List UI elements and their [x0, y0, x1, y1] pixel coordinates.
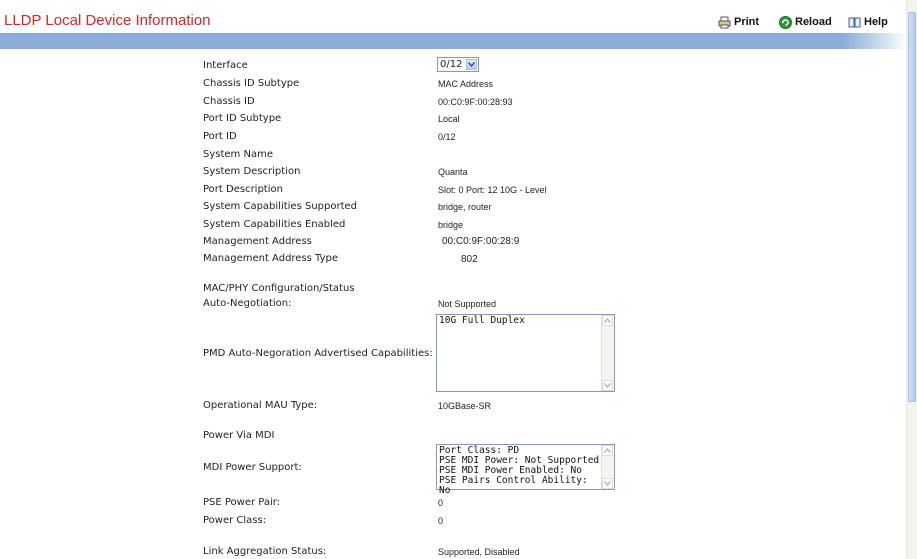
scroll-up-arrow-icon[interactable]: [602, 445, 613, 456]
printer-icon: [718, 16, 731, 29]
port-id-value: 0/12: [438, 132, 456, 142]
help-book-icon: [848, 16, 861, 29]
port-id-label: Port ID: [203, 131, 237, 142]
port-id-subtype-value: Local: [438, 114, 460, 124]
auto-negotiation-label: Auto-Negotiation:: [203, 298, 292, 309]
list-item[interactable]: 10G Full Duplex: [439, 316, 601, 326]
print-button[interactable]: Print: [718, 15, 759, 29]
mdi-power-support-label: MDI Power Support:: [203, 462, 302, 473]
help-button[interactable]: Help: [848, 15, 888, 29]
system-capabilities-enabled-label: System Capabilities Enabled: [203, 219, 346, 230]
power-class-label: Power Class:: [203, 515, 267, 526]
chassis-id-subtype-label: Chassis ID Subtype: [203, 78, 300, 89]
print-label: Print: [734, 16, 760, 28]
mdi-power-support-listbox[interactable]: Port Class: PD PSE MDI Power: Not Suppor…: [436, 444, 615, 496]
pmd-listbox-scrollbar[interactable]: [601, 315, 614, 391]
system-description-label: System Description: [203, 166, 301, 177]
pse-power-pair-value: 0: [438, 498, 444, 508]
scroll-down-arrow-icon[interactable]: [602, 478, 613, 489]
pmd-capabilities-items: 10G Full Duplex: [439, 316, 601, 326]
page: LLDP Local Device Information Print Relo…: [0, 0, 906, 559]
management-address-type-label: Management Address Type: [203, 253, 339, 264]
header: LLDP Local Device Information Print Relo…: [0, 0, 906, 33]
link-aggregation-status-label: Link Aggregation Status:: [203, 546, 327, 557]
chassis-id-label: Chassis ID: [203, 96, 255, 107]
pmd-capabilities-listbox[interactable]: 10G Full Duplex: [436, 314, 615, 392]
macphy-section-label: MAC/PHY Configuration/Status: [203, 283, 355, 294]
port-id-subtype-label: Port ID Subtype: [203, 113, 282, 124]
pmd-capabilities-label: PMD Auto-Negoration Advertised Capabilit…: [203, 348, 433, 359]
toolbar: Print Reload Help: [0, 15, 906, 29]
system-capabilities-enabled-value: bridge: [438, 220, 464, 230]
link-aggregation-status-value: Supported, Disabled: [438, 547, 520, 557]
list-item[interactable]: PSE Pairs Control Ability: No: [439, 476, 601, 496]
pse-power-pair-label: PSE Power Pair:: [203, 497, 281, 508]
system-capabilities-supported-label: System Capabilities Supported: [203, 201, 358, 212]
page-scrollbar[interactable]: [906, 0, 917, 559]
port-description-label: Port Description: [203, 184, 283, 195]
system-name-label: System Name: [203, 149, 273, 160]
chevron-down-icon[interactable]: [466, 59, 477, 70]
scrollbar-thumb[interactable]: [908, 12, 916, 402]
power-via-mdi-section-label: Power Via MDI: [203, 430, 275, 441]
chassis-id-subtype-value: MAC Address: [438, 79, 494, 89]
operational-mau-type-value: 10GBase-SR: [438, 401, 492, 411]
auto-negotiation-value: Not Supported: [438, 299, 497, 309]
interface-label: Interface: [203, 60, 248, 71]
scroll-up-arrow-icon[interactable]: [602, 315, 613, 326]
header-band: [0, 33, 906, 49]
interface-selected-value: 0/12: [440, 59, 463, 70]
management-address-label: Management Address: [203, 236, 312, 247]
reload-icon: [779, 15, 792, 29]
operational-mau-type-label: Operational MAU Type:: [203, 400, 318, 411]
interface-select[interactable]: 0/12: [437, 57, 479, 72]
management-address-type-value: 802: [461, 254, 478, 265]
chassis-id-value: 00:C0:9F:00:28:93: [438, 97, 513, 107]
reload-button[interactable]: Reload: [779, 15, 832, 29]
scroll-down-arrow-icon[interactable]: [602, 380, 613, 391]
port-description-value: Slot: 0 Port: 12 10G - Level: [438, 185, 547, 195]
power-class-value: 0: [438, 516, 444, 526]
mdi-power-items: Port Class: PD PSE MDI Power: Not Suppor…: [439, 446, 601, 496]
mdi-listbox-scrollbar[interactable]: [601, 445, 614, 489]
management-address-value: 00:C0:9F:00:28:9: [442, 236, 520, 247]
help-label: Help: [864, 16, 888, 28]
system-capabilities-supported-value: bridge, router: [438, 202, 492, 212]
reload-label: Reload: [795, 16, 832, 28]
system-description-value: Quanta: [438, 167, 468, 177]
